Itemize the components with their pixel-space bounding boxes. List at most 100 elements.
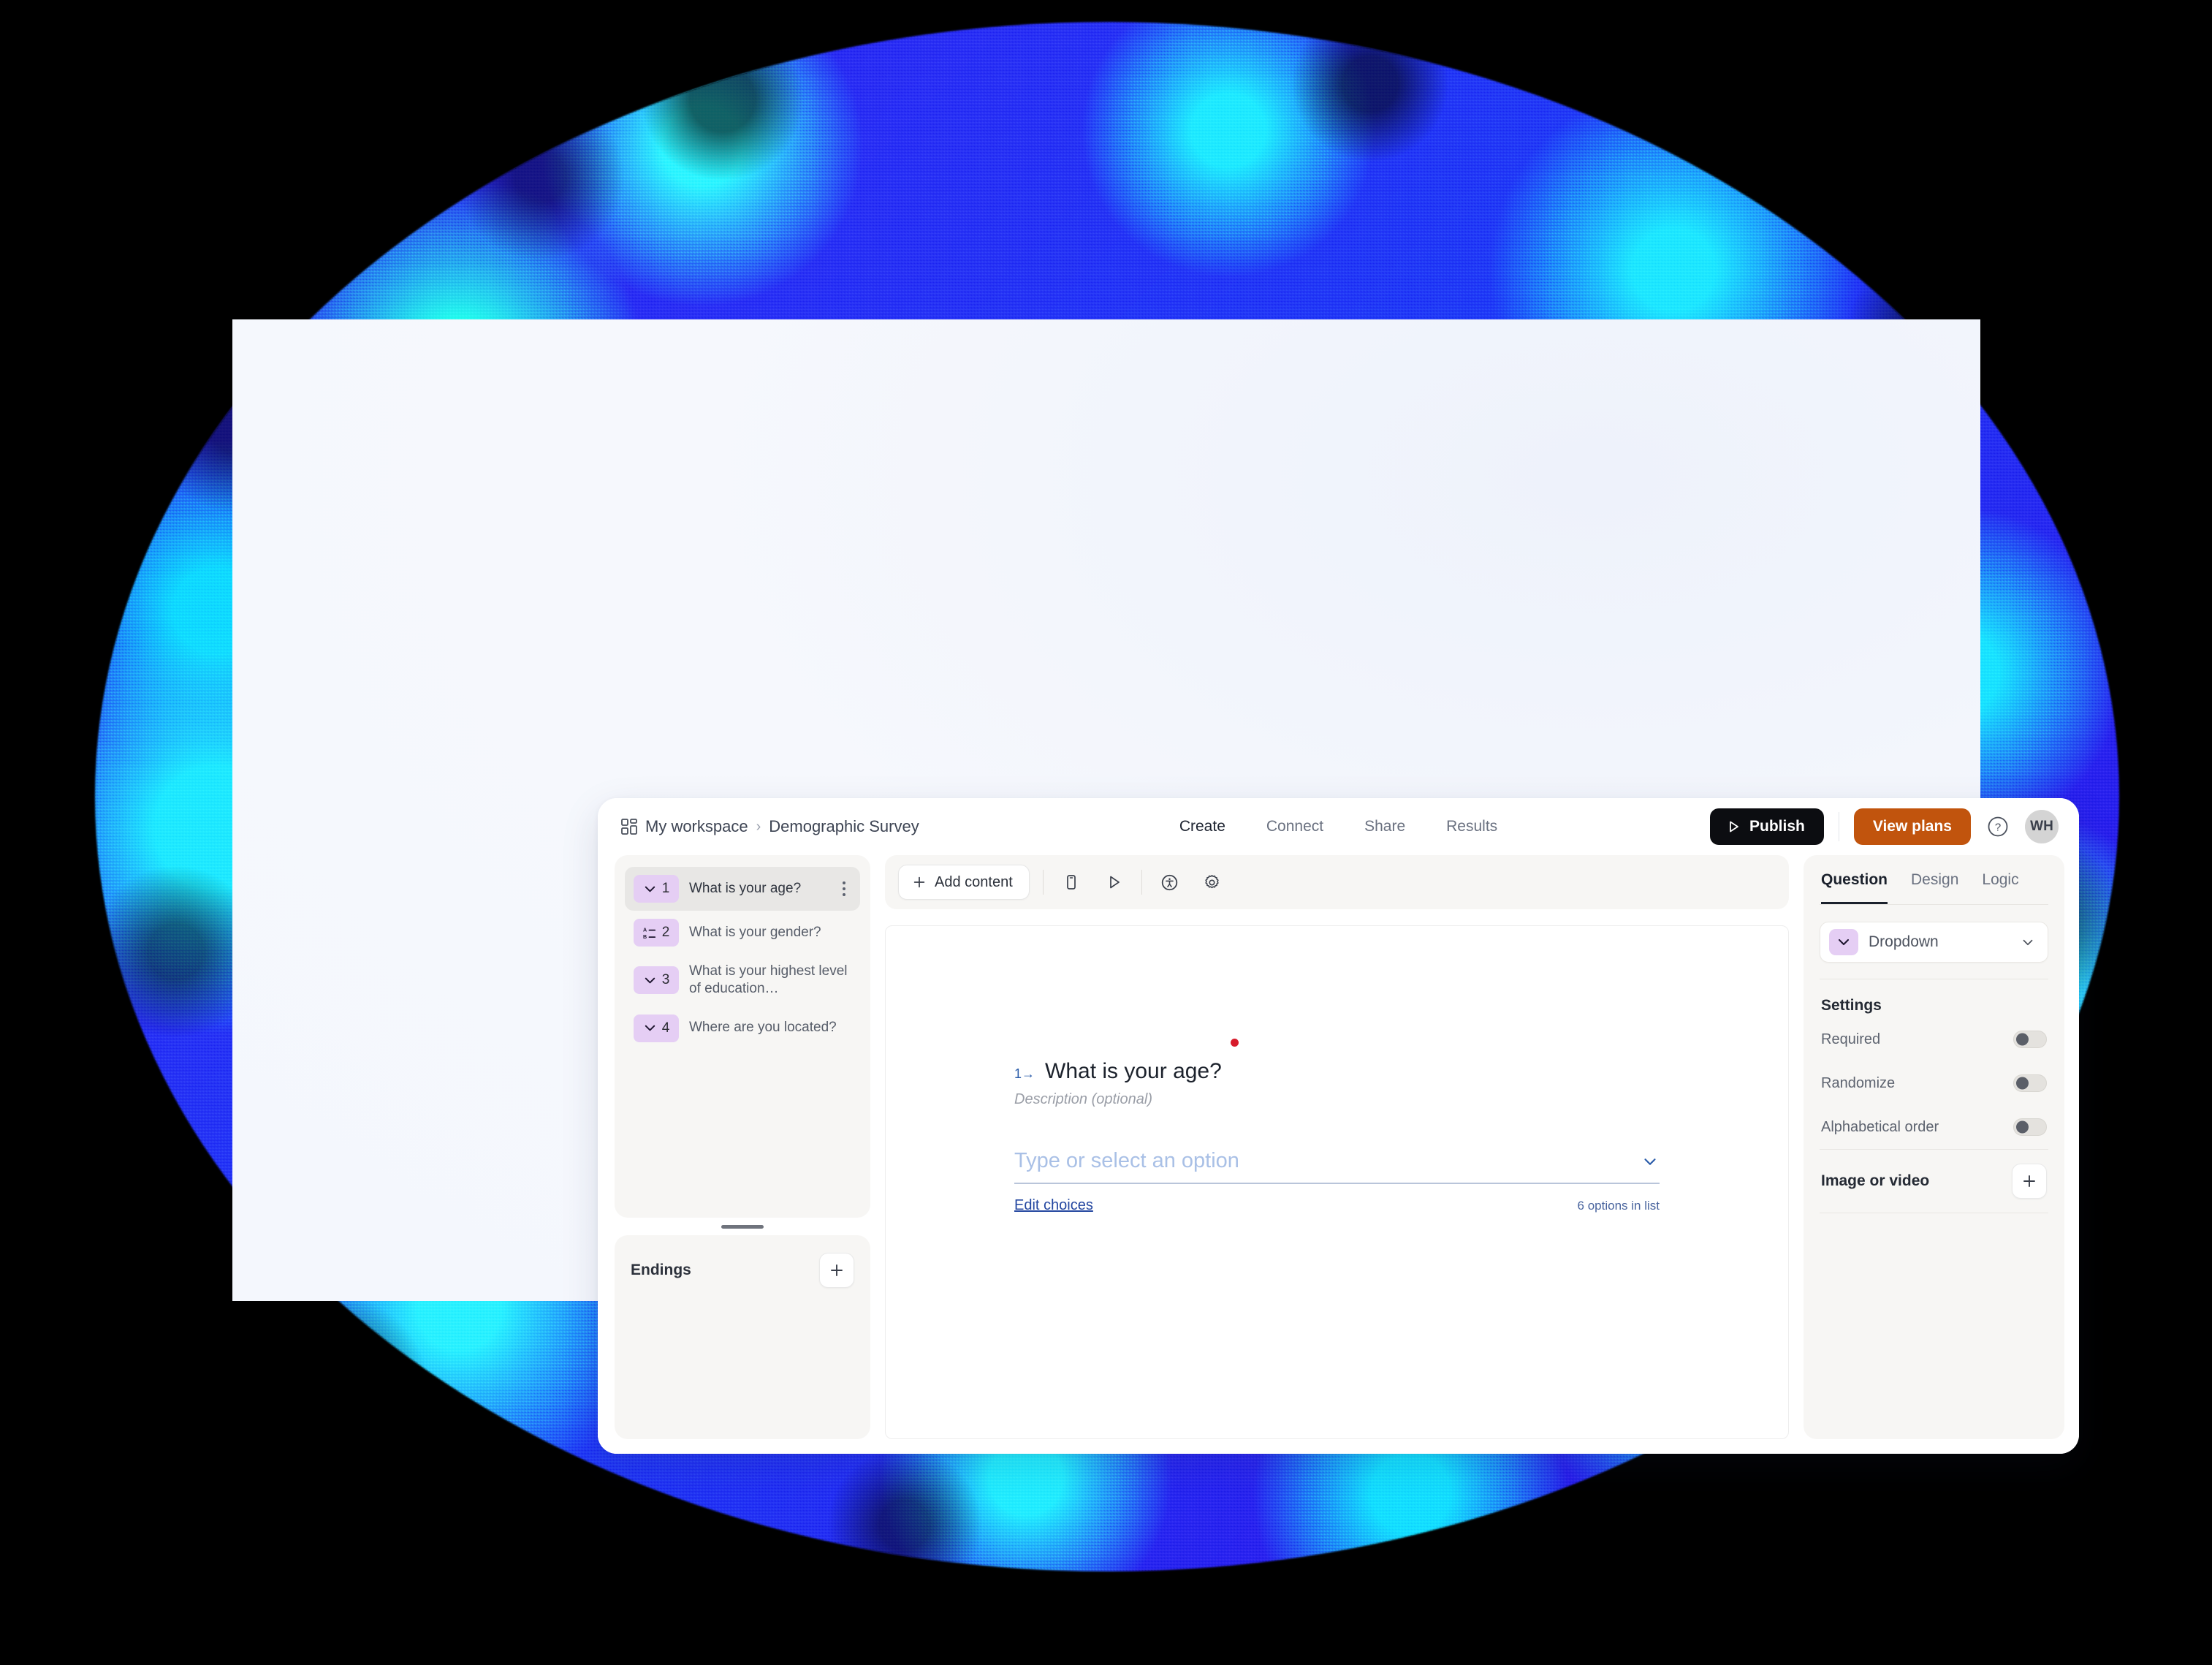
question-number: 4 xyxy=(661,1020,670,1036)
nav-tab-results[interactable]: Results xyxy=(1446,818,1497,835)
question-list-panel: 1 What is your age? A B 2 What is your g… xyxy=(615,855,870,1218)
preview-play-icon[interactable] xyxy=(1099,868,1128,897)
image-or-video-label: Image or video xyxy=(1821,1172,1930,1189)
sidebar-item-question-1[interactable]: 1 What is your age? xyxy=(625,867,860,911)
plus-icon xyxy=(829,1262,845,1278)
app-window: My workspace › Demographic Survey Create… xyxy=(598,798,2079,1454)
app-header: My workspace › Demographic Survey Create… xyxy=(598,798,2079,855)
plus-icon xyxy=(912,875,927,890)
more-options-icon[interactable] xyxy=(835,878,853,900)
sidebar: 1 What is your age? A B 2 What is your g… xyxy=(615,855,870,1439)
question-footer: Edit choices 6 options in list xyxy=(1014,1197,1660,1214)
media-row: Image or video xyxy=(1820,1150,2048,1213)
add-media-button[interactable] xyxy=(2012,1164,2047,1199)
tab-question[interactable]: Question xyxy=(1821,855,1888,904)
question-number: 3 xyxy=(661,972,670,988)
question-index: 1→ xyxy=(1014,1066,1035,1082)
endings-panel: Endings xyxy=(615,1235,870,1439)
publish-button[interactable]: Publish xyxy=(1709,808,1824,845)
svg-text:A: A xyxy=(643,927,647,933)
sidebar-item-question-2[interactable]: A B 2 What is your gender? xyxy=(625,911,860,955)
setting-label: Required xyxy=(1821,1031,1881,1047)
question-circle-icon[interactable]: ? xyxy=(1985,814,2010,839)
question-description-placeholder[interactable]: Description (optional) xyxy=(1014,1091,1660,1108)
setting-label: Randomize xyxy=(1821,1074,1896,1091)
tab-logic[interactable]: Logic xyxy=(1982,855,2018,904)
resize-handle-icon[interactable] xyxy=(615,1218,870,1235)
svg-text:B: B xyxy=(643,934,647,940)
question-title-row: 1→ What is your age? xyxy=(1014,1039,1660,1083)
plus-icon xyxy=(2021,1173,2037,1189)
chevron-down-icon xyxy=(1641,1152,1660,1171)
svg-text:?: ? xyxy=(1995,822,2001,834)
required-toggle[interactable] xyxy=(2013,1031,2047,1048)
breadcrumb-workspace[interactable]: My workspace xyxy=(645,817,748,836)
dropdown-chevron-icon xyxy=(1829,929,1858,955)
app-body: 1 What is your age? A B 2 What is your g… xyxy=(598,855,2079,1454)
question-type-badge: 4 xyxy=(634,1014,679,1042)
add-ending-button[interactable] xyxy=(819,1253,854,1288)
canvas-toolbar: Add content xyxy=(885,855,1789,909)
question-title[interactable]: What is your age? xyxy=(1045,1059,1222,1083)
question-number: 1 xyxy=(661,881,670,896)
question-index-number: 1 xyxy=(1014,1066,1022,1081)
dropdown-chevron-icon xyxy=(643,974,657,987)
sidebar-item-label: Where are you located? xyxy=(689,1020,837,1036)
publish-button-label: Publish xyxy=(1749,818,1805,835)
multiple-choice-icon: A B xyxy=(643,926,657,940)
add-content-button[interactable]: Add content xyxy=(898,865,1030,900)
collaborator-marker-dot xyxy=(1231,1039,1239,1047)
sidebar-item-question-3[interactable]: 3 What is your highest level of educatio… xyxy=(625,955,860,1006)
nav-tab-share[interactable]: Share xyxy=(1364,818,1405,835)
chevron-down-icon xyxy=(2020,934,2036,950)
settings-title: Settings xyxy=(1821,997,1882,1014)
question-number: 2 xyxy=(661,925,670,940)
sidebar-item-question-4[interactable]: 4 Where are you located? xyxy=(625,1006,860,1050)
options-count-label: 6 options in list xyxy=(1577,1198,1660,1213)
question-editor-block: 1→ What is your age? Description (option… xyxy=(1014,1039,1660,1214)
dropdown-answer-field[interactable]: Type or select an option xyxy=(1014,1149,1660,1184)
toolbar-divider xyxy=(1042,870,1044,895)
header-nav: Create Connect Share Results xyxy=(1179,818,1497,835)
breadcrumb-form-title[interactable]: Demographic Survey xyxy=(769,817,919,836)
alphabetical-order-toggle[interactable] xyxy=(2013,1118,2047,1136)
toolbar-divider xyxy=(1141,870,1142,895)
question-type-badge: 3 xyxy=(634,966,679,995)
form-canvas: 1→ What is your age? Description (option… xyxy=(885,925,1789,1439)
question-type-label: Dropdown xyxy=(1869,933,1939,950)
randomize-toggle[interactable] xyxy=(2013,1074,2047,1092)
center-column: Add content 1→ What is your age? Descrip… xyxy=(885,855,1789,1439)
endings-header: Endings xyxy=(631,1253,854,1288)
nav-tab-create[interactable]: Create xyxy=(1179,818,1225,835)
nav-tab-connect[interactable]: Connect xyxy=(1266,818,1323,835)
question-index-arrow: → xyxy=(1022,1066,1035,1081)
grid-icon xyxy=(621,819,637,835)
browser-page: My workspace › Demographic Survey Create… xyxy=(232,319,2079,1454)
setting-label: Alphabetical order xyxy=(1821,1118,1939,1135)
properties-tabs: Question Design Logic xyxy=(1820,855,2048,905)
header-actions: Publish View plans ? WH xyxy=(1709,808,2059,845)
dropdown-placeholder: Type or select an option xyxy=(1014,1149,1239,1172)
edit-choices-link[interactable]: Edit choices xyxy=(1014,1197,1093,1214)
avatar[interactable]: WH xyxy=(2025,810,2059,843)
add-content-label: Add content xyxy=(935,873,1013,890)
play-triangle-icon xyxy=(1726,819,1741,834)
accessibility-icon[interactable] xyxy=(1155,868,1185,897)
question-type-badge: A B 2 xyxy=(634,919,679,947)
sidebar-item-label: What is your gender? xyxy=(689,924,821,940)
view-plans-button[interactable]: View plans xyxy=(1853,808,1971,845)
dropdown-chevron-icon xyxy=(643,882,657,896)
mobile-preview-icon[interactable] xyxy=(1057,868,1086,897)
properties-panel: Question Design Logic Dropdown Settings … xyxy=(1804,855,2064,1439)
sidebar-item-label: What is your highest level of education… xyxy=(689,963,848,997)
question-type-badge: 1 xyxy=(634,875,679,903)
sidebar-item-label: What is your age? xyxy=(689,880,802,896)
breadcrumb-separator: › xyxy=(756,818,761,835)
tab-design[interactable]: Design xyxy=(1911,855,1958,904)
question-type-select[interactable]: Dropdown xyxy=(1820,922,2048,963)
dropdown-chevron-icon xyxy=(643,1021,657,1035)
setting-row-randomize: Randomize xyxy=(1820,1061,2048,1105)
settings-gear-icon[interactable] xyxy=(1198,868,1227,897)
setting-row-required: Required xyxy=(1820,1017,2048,1061)
breadcrumb: My workspace › Demographic Survey xyxy=(621,817,919,836)
